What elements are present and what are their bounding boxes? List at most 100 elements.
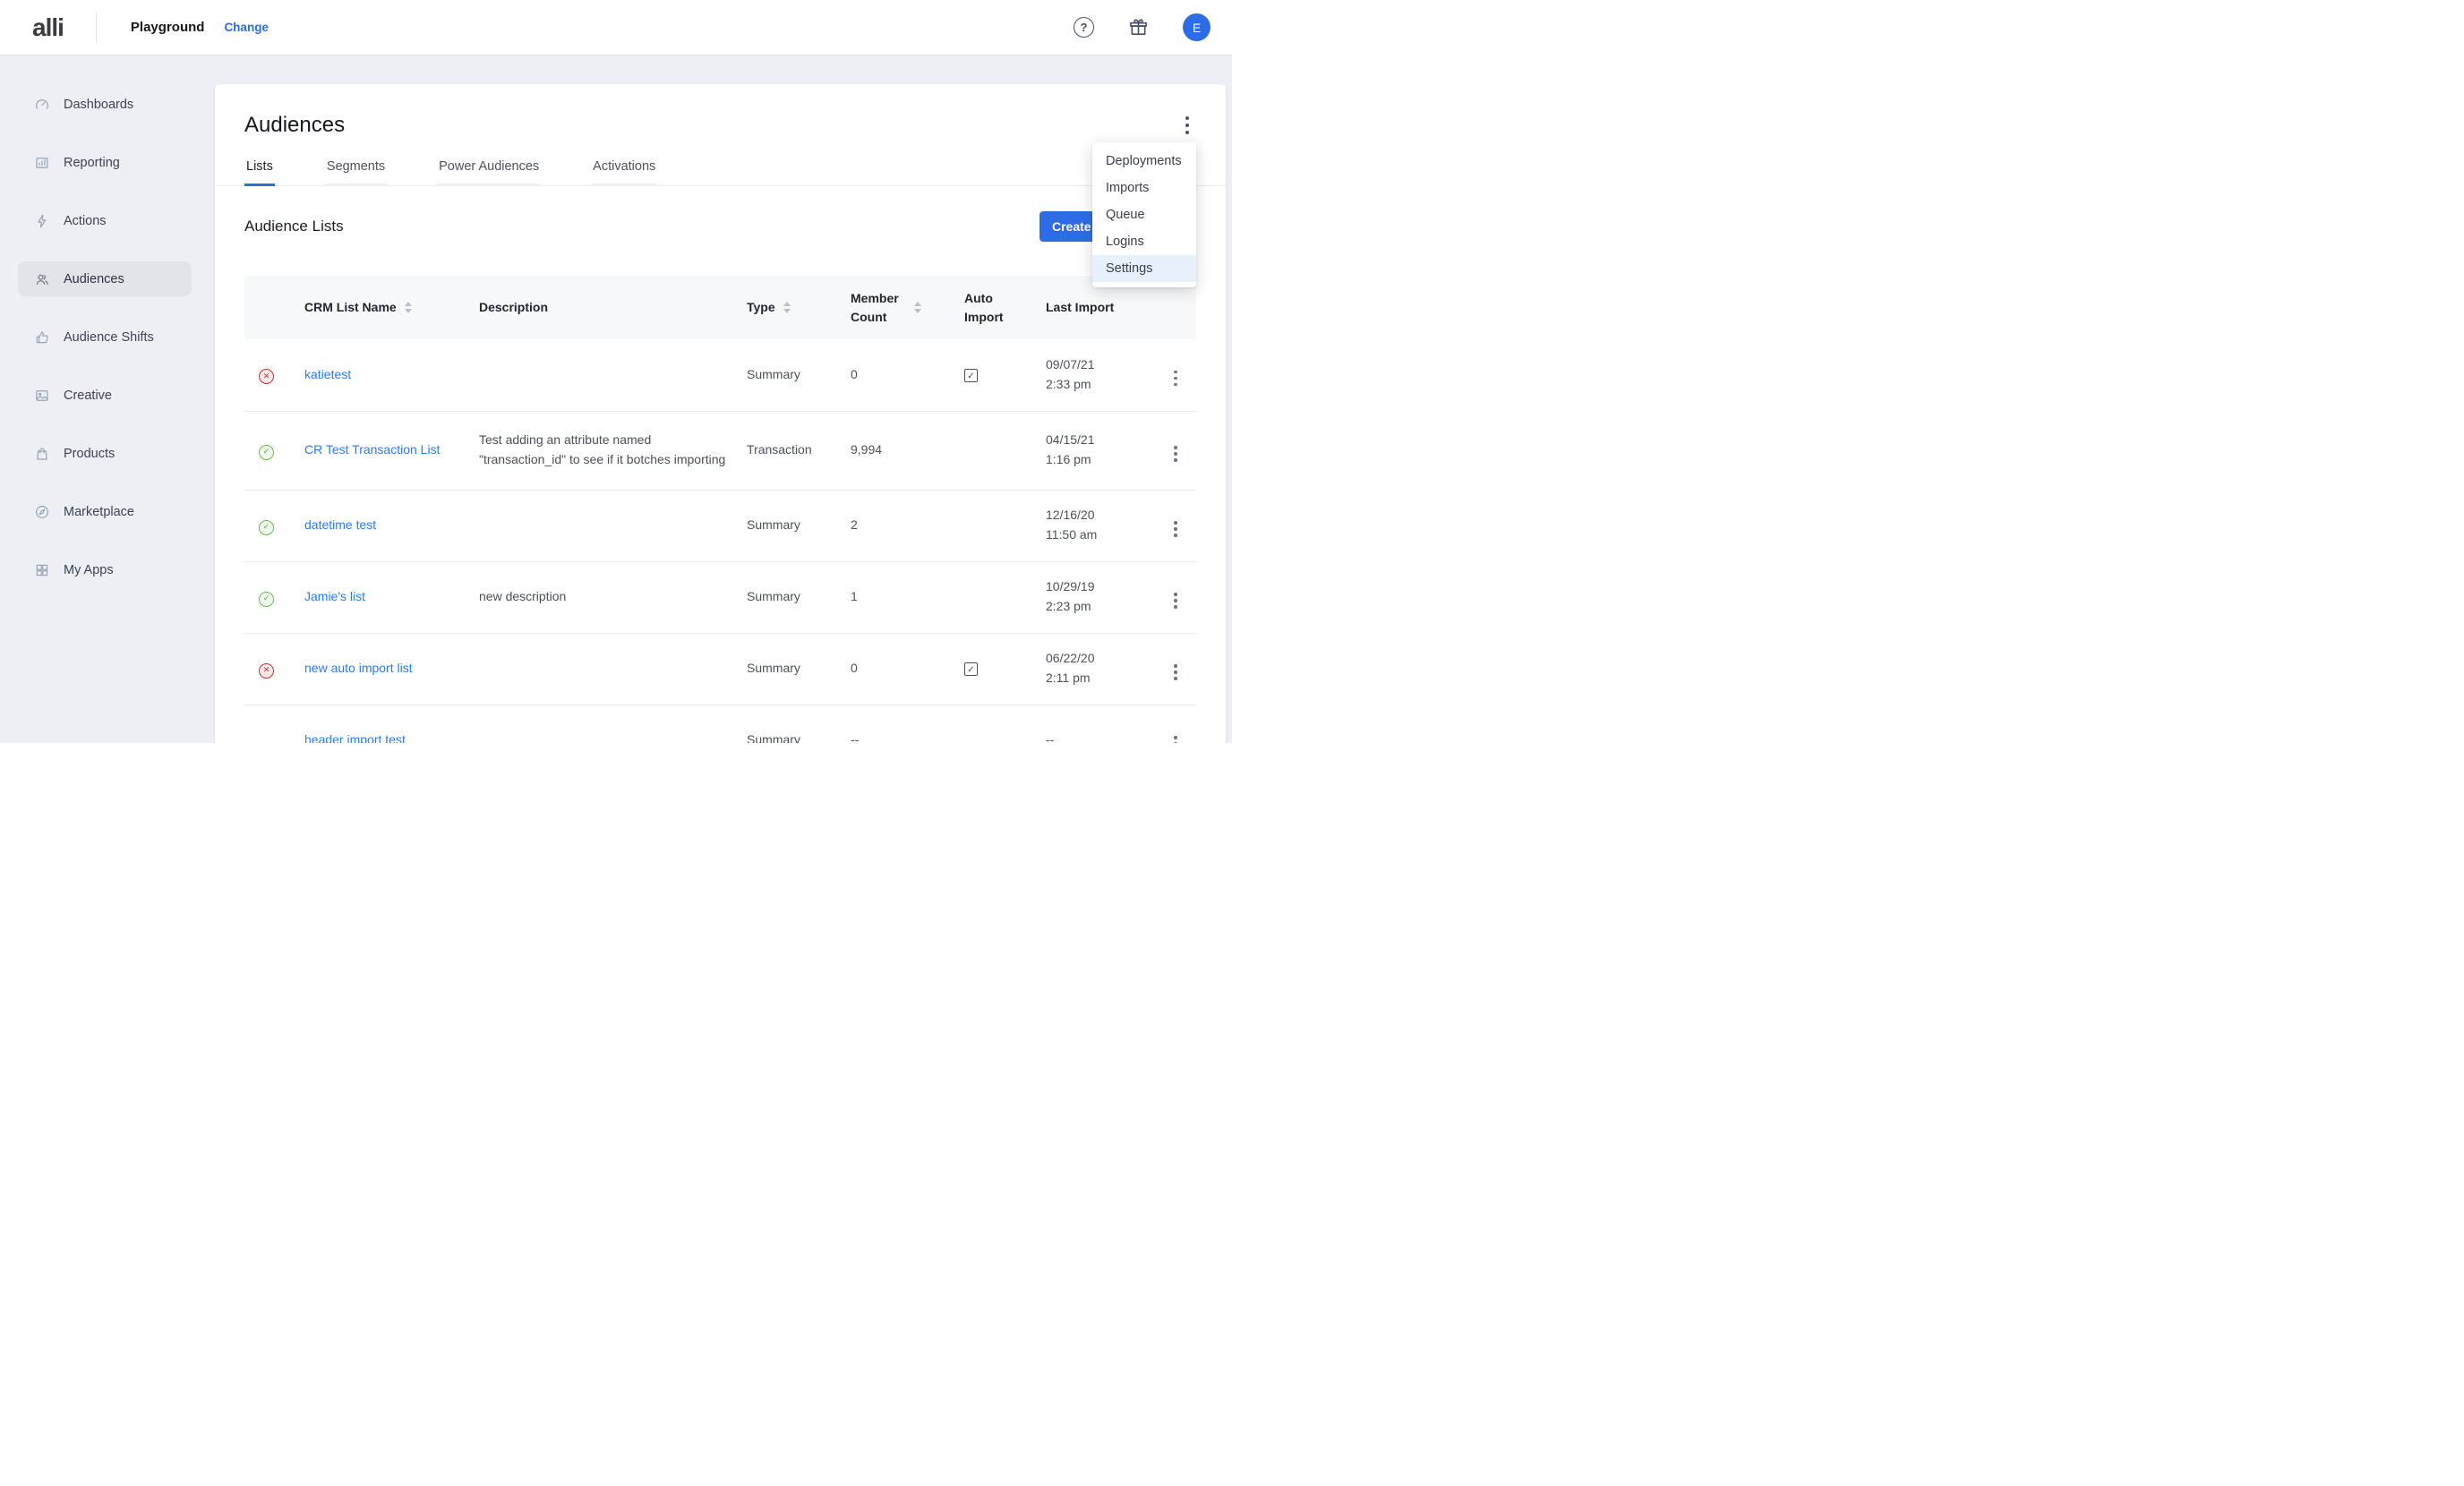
last-import-date: 10/29/19 (1046, 577, 1155, 597)
sidebar-item-label: Audience Shifts (64, 330, 154, 345)
app-screen: alli Playground Change ? E Dashboards Rep… (0, 0, 1232, 743)
sidebar-item-label: Dashboards (64, 98, 133, 112)
column-status (244, 276, 288, 339)
auto-import-checkbox[interactable]: ✓ (964, 662, 978, 676)
list-name-link[interactable]: new auto import list (304, 659, 425, 679)
sidebar-item-creative[interactable]: Creative (0, 366, 195, 424)
gift-icon[interactable] (1128, 17, 1149, 38)
tab-activations[interactable]: Activations (591, 154, 657, 185)
sidebar-item-actions[interactable]: Actions (0, 192, 195, 250)
member-count: 0 (851, 367, 858, 381)
column-crm-list-name: CRM List Name (288, 276, 470, 339)
shopping-bag-icon (34, 446, 50, 462)
sidebar-item-my-apps[interactable]: My Apps (0, 541, 195, 599)
last-import-date: -- (1046, 730, 1155, 743)
member-count: 1 (851, 589, 858, 603)
table-row: header import testSummary---- (244, 705, 1196, 743)
image-icon (34, 388, 50, 404)
last-import-date: 06/22/20 (1046, 649, 1155, 669)
sidebar-item-marketplace[interactable]: Marketplace (0, 483, 195, 541)
sidebar-item-label: Products (64, 447, 115, 461)
page-title: Audiences (244, 113, 345, 138)
alli-logo: alli (32, 13, 64, 42)
menu-item-queue[interactable]: Queue (1092, 201, 1196, 228)
last-import-time: 11:50 am (1046, 525, 1155, 545)
row-kebab-menu-button[interactable] (1168, 517, 1183, 541)
table-row: ✓Jamie's listnew descriptionSummary110/2… (244, 561, 1196, 633)
question-circle-icon[interactable]: ? (1074, 17, 1094, 38)
main-content: Audiences Lists Segments Power Audiences Ac… (195, 56, 1232, 743)
list-type: Summary (747, 732, 800, 743)
avatar[interactable]: E (1183, 13, 1211, 41)
audience-lists-table: CRM List NameDescriptionTypeMember Count… (244, 276, 1196, 743)
row-kebab-menu-button[interactable] (1168, 367, 1183, 390)
last-import-date: 12/16/20 (1046, 506, 1155, 525)
table-row: ✓CR Test Transaction ListTest adding an … (244, 411, 1196, 490)
column-auto-import: Auto Import (948, 276, 1031, 339)
sidebar-item-label: Marketplace (64, 505, 134, 519)
last-import-time: 1:16 pm (1046, 450, 1155, 470)
people-icon (34, 271, 50, 287)
list-name-link[interactable]: datetime test (304, 516, 389, 535)
auto-import-checkbox[interactable]: ✓ (964, 369, 978, 382)
column-type: Type (739, 276, 834, 339)
row-kebab-menu-button[interactable] (1168, 589, 1183, 612)
menu-item-deployments[interactable]: Deployments (1092, 148, 1196, 175)
sidebar-item-dashboards[interactable]: Dashboards (0, 75, 195, 133)
sidebar-item-label: Actions (64, 214, 107, 228)
row-kebab-menu-button[interactable] (1168, 732, 1183, 743)
last-import-time: 2:33 pm (1046, 375, 1155, 395)
list-type: Summary (747, 589, 800, 603)
column-member-count: Member Count (834, 276, 948, 339)
table-body: ✕ katietest Summary 0 ✓ 09/07/212:33 pm ✓ CR Te… (244, 339, 1196, 743)
error-status-icon: ✕ (259, 663, 274, 679)
error-status-icon: ✕ (259, 369, 274, 384)
bar-chart-icon (34, 155, 50, 171)
table-row: ✓datetime testSummary212/16/2011:50 am (244, 490, 1196, 561)
sidebar-item-products[interactable]: Products (0, 424, 195, 483)
tab-lists[interactable]: Lists (244, 154, 275, 185)
table-row: ✕new auto import listSummary0✓06/22/202:… (244, 633, 1196, 705)
row-kebab-menu-button[interactable] (1168, 661, 1183, 684)
last-import-date: 04/15/21 (1046, 431, 1155, 450)
audiences-card: Audiences Lists Segments Power Audiences Ac… (215, 84, 1226, 743)
sort-arrows-icon[interactable] (914, 302, 921, 313)
thumbs-up-icon (34, 329, 50, 346)
column-description: Description (470, 276, 739, 339)
lightning-icon (34, 213, 50, 229)
row-kebab-menu-button[interactable] (1168, 442, 1183, 465)
sidebar-item-label: My Apps (64, 563, 114, 577)
menu-item-logins[interactable]: Logins (1092, 228, 1196, 255)
sidebar: Dashboards Reporting Actions Audiences Audie… (0, 56, 195, 743)
topbar-divider (96, 13, 97, 43)
tab-segments[interactable]: Segments (325, 154, 387, 185)
list-name-link[interactable]: CR Test Transaction List (304, 440, 452, 460)
sidebar-item-audience-shifts[interactable]: Audience Shifts (0, 308, 195, 366)
list-name-link[interactable]: katietest (304, 365, 364, 385)
sidebar-item-reporting[interactable]: Reporting (0, 133, 195, 192)
sort-arrows-icon[interactable] (783, 302, 791, 313)
menu-item-settings[interactable]: Settings (1092, 255, 1196, 282)
sidebar-item-label: Audiences (64, 272, 124, 286)
menu-item-imports[interactable]: Imports (1092, 175, 1196, 201)
member-count: 9,994 (851, 442, 882, 457)
success-status-icon: ✓ (259, 445, 274, 460)
card-header: Audiences (244, 84, 1196, 138)
success-status-icon: ✓ (259, 520, 274, 535)
sidebar-item-label: Reporting (64, 156, 120, 170)
list-name-link[interactable]: header import test (304, 730, 418, 743)
sidebar-item-audiences[interactable]: Audiences (0, 250, 195, 308)
success-status-icon: ✓ (259, 592, 274, 607)
sort-arrows-icon[interactable] (405, 302, 412, 313)
topbar-actions: ? E (1074, 13, 1211, 41)
list-name-link[interactable]: Jamie's list (304, 587, 378, 607)
tab-power-audiences[interactable]: Power Audiences (437, 154, 541, 185)
change-workspace-link[interactable]: Change (224, 21, 269, 34)
last-import-date: 09/07/21 (1046, 355, 1155, 375)
section-title: Audience Lists (244, 218, 344, 235)
section-header: Audience Lists Create (244, 211, 1196, 242)
last-import-time: 2:23 pm (1046, 597, 1155, 617)
top-bar: alli Playground Change ? E (0, 0, 1232, 56)
page-kebab-menu-button[interactable] (1178, 113, 1196, 138)
sidebar-item-label: Creative (64, 389, 112, 403)
